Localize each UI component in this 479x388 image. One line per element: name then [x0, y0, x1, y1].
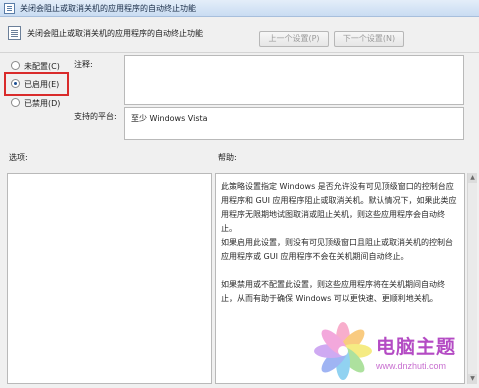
radio-circle-selected: [11, 79, 20, 88]
previous-setting-button[interactable]: 上一个设置(P): [259, 31, 329, 47]
help-paragraph: 如果启用此设置，则没有可见顶级窗口且阻止或取消关机的控制台应用程序或 GUI 应…: [221, 238, 453, 261]
radio-label-not-configured: 未配置(C): [24, 62, 60, 71]
comment-textarea[interactable]: [124, 55, 464, 105]
radio-label-enabled: 已启用(E): [24, 80, 60, 89]
radio-enabled[interactable]: 已启用(E): [10, 78, 70, 90]
options-pane: [7, 173, 212, 384]
scroll-up-arrow-icon[interactable]: ▲: [468, 173, 477, 183]
options-label: 选项:: [9, 153, 28, 162]
policy-setting-icon: [8, 26, 21, 40]
policy-document-icon: [4, 3, 15, 14]
supported-platform-label: 支持的平台:: [74, 112, 117, 121]
help-paragraph: 如果禁用或不配置此设置，则这些应用程序将在关机期间自动终止，从而有助于确保 Wi…: [221, 280, 445, 303]
radio-circle: [11, 61, 20, 70]
watermark-name: 电脑主题: [376, 336, 457, 358]
header-divider: [0, 52, 479, 53]
flower-logo-icon: [314, 322, 372, 380]
help-label: 帮助:: [218, 153, 237, 162]
title-bar: 关闭会阻止或取消关机的应用程序的自动终止功能: [0, 0, 479, 17]
policy-name: 关闭会阻止或取消关机的应用程序的自动终止功能: [27, 29, 203, 38]
watermark-url: www.dnzhuti.com: [376, 361, 447, 371]
site-watermark: 电脑主题 www.dnzhuti.com: [310, 318, 475, 384]
supported-platform-value: 至少 Windows Vista: [131, 114, 208, 123]
radio-circle: [11, 98, 20, 107]
radio-disabled[interactable]: 已禁用(D): [10, 97, 70, 109]
supported-platform-field: 至少 Windows Vista: [124, 107, 464, 140]
comment-label: 注释:: [74, 60, 93, 69]
next-setting-button[interactable]: 下一个设置(N): [334, 31, 404, 47]
help-paragraph: 此策略设置指定 Windows 是否允许没有可见顶级窗口的控制台应用程序和 GU…: [221, 182, 457, 233]
radio-not-configured[interactable]: 未配置(C): [10, 60, 70, 72]
radio-label-disabled: 已禁用(D): [24, 99, 61, 108]
window-title: 关闭会阻止或取消关机的应用程序的自动终止功能: [20, 4, 196, 13]
